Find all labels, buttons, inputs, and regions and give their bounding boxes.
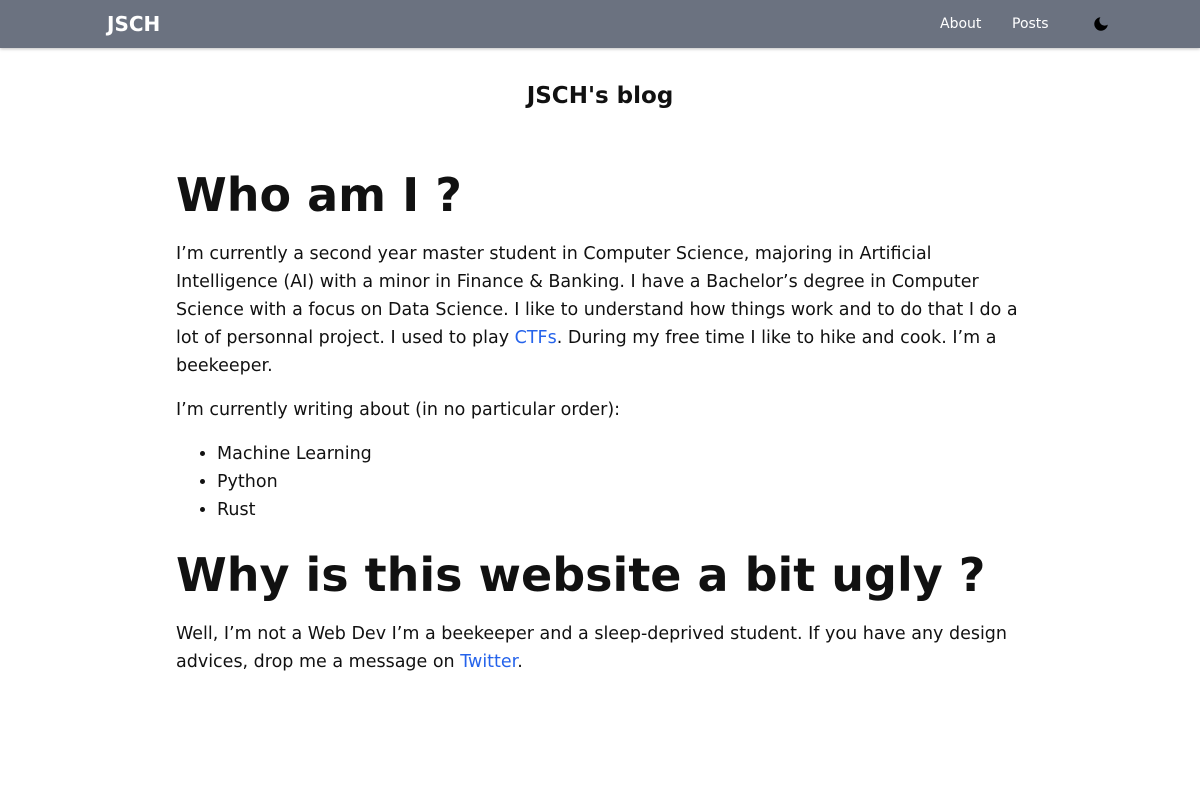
list-item-rust: Rust [217, 496, 1026, 524]
heading-why-ugly: Why is this website a bit ugly ? [176, 548, 986, 602]
intro-paragraph: I’m currently a second year master stude… [176, 240, 1026, 380]
design-paragraph: Well, I’m not a Web Dev I’m a beekeeper … [176, 620, 1026, 676]
design-text-before: Well, I’m not a Web Dev I’m a beekeeper … [176, 624, 1008, 672]
writing-about-paragraph: I’m currently writing about (in no parti… [176, 400, 621, 420]
twitter-link[interactable]: Twitter [460, 652, 517, 672]
main-content: Who am I ? I’m currently a second year m… [176, 164, 1026, 692]
site-title: JSCH's blog [526, 83, 674, 109]
list-item-python: Python [217, 468, 1026, 496]
moon-icon[interactable] [1092, 15, 1110, 33]
navbar: JSCH About Posts [0, 0, 1200, 48]
list-item-machine-learning: Machine Learning [217, 440, 1026, 468]
heading-who-am-i: Who am I ? [176, 168, 462, 222]
topics-list: Machine Learning Python Rust [176, 440, 1026, 524]
brand-link[interactable]: JSCH [107, 11, 160, 37]
nav-link-posts[interactable]: Posts [1012, 15, 1049, 33]
nav-link-about[interactable]: About [940, 15, 981, 33]
design-text-after: . [517, 652, 523, 672]
ctfs-link[interactable]: CTFs [515, 328, 557, 348]
